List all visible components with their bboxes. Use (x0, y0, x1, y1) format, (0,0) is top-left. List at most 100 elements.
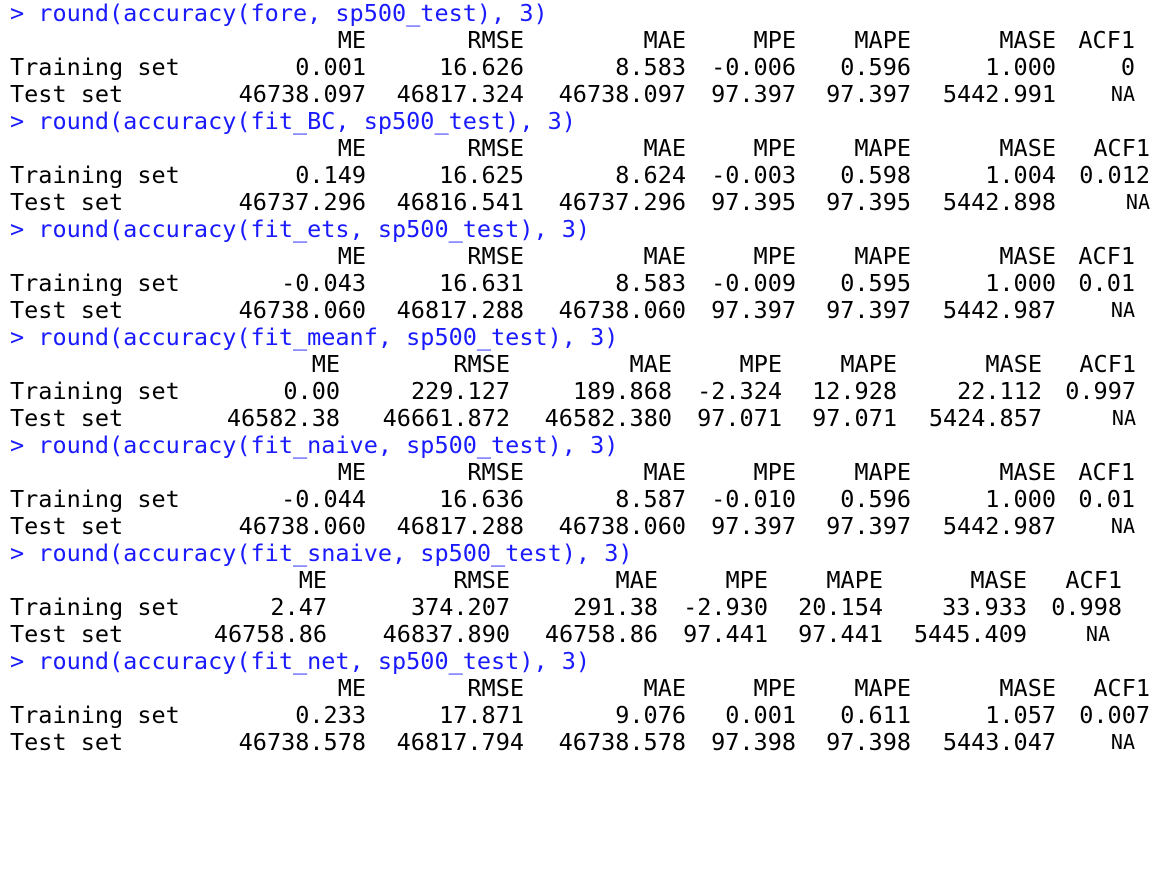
cell-mase: 1.000 (985, 485, 1056, 513)
cell-mase: 1.000 (985, 53, 1056, 81)
cell-rmse: 46817.288 (396, 512, 524, 540)
cell-mpe: -0.009 (711, 269, 796, 297)
cell-mape: 97.071 (812, 404, 897, 432)
cell-mase: 5442.987 (942, 512, 1056, 540)
cell-mape: 0.595 (840, 269, 911, 297)
cell-mape: 0.596 (840, 53, 911, 81)
cell-mae: 46582.380 (544, 404, 672, 432)
col-header-mape: MAPE (854, 134, 911, 162)
cell-acf1: NA (1110, 730, 1135, 754)
col-header-me: ME (311, 350, 340, 378)
cell-acf1: 0 (1120, 53, 1135, 81)
col-header-mase: MASE (970, 566, 1027, 594)
training-set-row: Training set 0.149 16.625 8.624 -0.003 0… (0, 162, 1163, 188)
col-header-me: ME (337, 26, 366, 54)
cell-me: 0.001 (295, 53, 366, 81)
col-header-acf1: ACF1 (1093, 674, 1150, 702)
cell-mpe: -0.010 (711, 485, 796, 513)
cell-mae: 189.868 (572, 377, 672, 405)
col-header-rmse: RMSE (467, 458, 524, 486)
col-header-mae: MAE (643, 674, 686, 702)
row-label-training: Training set (10, 377, 180, 405)
row-label-test: Test set (10, 80, 124, 108)
col-header-mpe: MPE (753, 242, 796, 270)
cell-mae: 8.583 (615, 53, 686, 81)
cell-mase: 1.057 (985, 701, 1056, 729)
cell-mpe: 97.397 (711, 80, 796, 108)
cell-mase: 5445.409 (913, 620, 1027, 648)
cell-me: 0.00 (283, 377, 340, 405)
col-header-mpe: MPE (753, 674, 796, 702)
cell-mae: 46758.86 (544, 620, 658, 648)
console-command: > round(accuracy(fit_snaive, sp500_test)… (10, 539, 633, 567)
col-header-rmse: RMSE (467, 674, 524, 702)
cell-acf1: NA (1111, 406, 1136, 430)
col-header-mase: MASE (999, 674, 1056, 702)
training-set-row: Training set -0.044 16.636 8.587 -0.010 … (0, 486, 1163, 512)
cell-rmse: 374.207 (410, 593, 510, 621)
cell-mpe: -0.003 (711, 161, 796, 189)
accuracy-header-row: ME RMSE MAE MPE MAPE MASE ACF1 (0, 675, 1163, 701)
cell-mape: 97.441 (798, 620, 883, 648)
console-command: > round(accuracy(fit_net, sp500_test), 3… (10, 647, 591, 675)
cell-me: 46582.38 (226, 404, 340, 432)
cell-me: 46738.097 (238, 80, 366, 108)
cell-mape: 97.398 (826, 728, 911, 756)
test-set-row: Test set 46758.86 46837.890 46758.86 97.… (0, 621, 1163, 647)
accuracy-header-row: ME RMSE MAE MPE MAPE MASE ACF1 (0, 135, 1163, 161)
cell-me: 46737.296 (238, 188, 366, 216)
cell-rmse: 16.636 (439, 485, 524, 513)
r-console-output: > round(accuracy(fore, sp500_test), 3) M… (0, 0, 1163, 872)
cell-acf1: 0.998 (1051, 593, 1122, 621)
cell-mase: 5443.047 (942, 728, 1056, 756)
cell-rmse: 46817.288 (396, 296, 524, 324)
cell-mape: 97.397 (826, 512, 911, 540)
cell-me: 46738.060 (238, 296, 366, 324)
col-header-mpe: MPE (753, 134, 796, 162)
test-set-row: Test set 46738.578 46817.794 46738.578 9… (0, 729, 1163, 755)
cell-mape: 0.596 (840, 485, 911, 513)
console-command: > round(accuracy(fit_ets, sp500_test), 3… (10, 215, 591, 243)
row-label-training: Training set (10, 53, 180, 81)
cell-mpe: -2.930 (683, 593, 768, 621)
row-label-training: Training set (10, 161, 180, 189)
row-label-training: Training set (10, 269, 180, 297)
accuracy-header-row: ME RMSE MAE MPE MAPE MASE ACF1 (0, 459, 1163, 485)
col-header-rmse: RMSE (467, 134, 524, 162)
col-header-mae: MAE (643, 242, 686, 270)
console-command: > round(accuracy(fit_BC, sp500_test), 3) (10, 107, 576, 135)
col-header-mase: MASE (999, 458, 1056, 486)
col-header-mae: MAE (643, 458, 686, 486)
col-header-acf1: ACF1 (1093, 134, 1150, 162)
cell-mae: 46738.097 (558, 80, 686, 108)
cell-acf1: NA (1085, 622, 1110, 646)
cell-mase: 5424.857 (928, 404, 1042, 432)
accuracy-header-row: ME RMSE MAE MPE MAPE MASE ACF1 (0, 243, 1163, 269)
cell-mase: 22.112 (957, 377, 1042, 405)
cell-me: 46738.578 (238, 728, 366, 756)
cell-mpe: -0.006 (711, 53, 796, 81)
cell-acf1: NA (1110, 82, 1135, 106)
col-header-mape: MAPE (826, 566, 883, 594)
cell-mpe: 97.071 (697, 404, 782, 432)
cell-rmse: 16.625 (439, 161, 524, 189)
cell-mase: 5442.991 (942, 80, 1056, 108)
cell-mape: 97.397 (826, 80, 911, 108)
cell-me: 46758.86 (213, 620, 327, 648)
cell-mae: 291.38 (573, 593, 658, 621)
col-header-mae: MAE (629, 350, 672, 378)
cell-mpe: -2.324 (697, 377, 782, 405)
test-set-row: Test set 46738.097 46817.324 46738.097 9… (0, 81, 1163, 107)
training-set-row: Training set 0.00 229.127 189.868 -2.324… (0, 378, 1163, 404)
cell-mpe: 97.395 (711, 188, 796, 216)
console-command: > round(accuracy(fore, sp500_test), 3) (10, 0, 548, 27)
cell-me: 0.149 (295, 161, 366, 189)
console-command: > round(accuracy(fit_meanf, sp500_test),… (10, 323, 619, 351)
col-header-rmse: RMSE (453, 350, 510, 378)
col-header-mape: MAPE (840, 350, 897, 378)
console-command: > round(accuracy(fit_naive, sp500_test),… (10, 431, 619, 459)
accuracy-header-row: ME RMSE MAE MPE MAPE MASE ACF1 (0, 27, 1163, 53)
cell-rmse: 17.871 (439, 701, 524, 729)
cell-mape: 97.397 (826, 296, 911, 324)
cell-me: -0.043 (281, 269, 366, 297)
